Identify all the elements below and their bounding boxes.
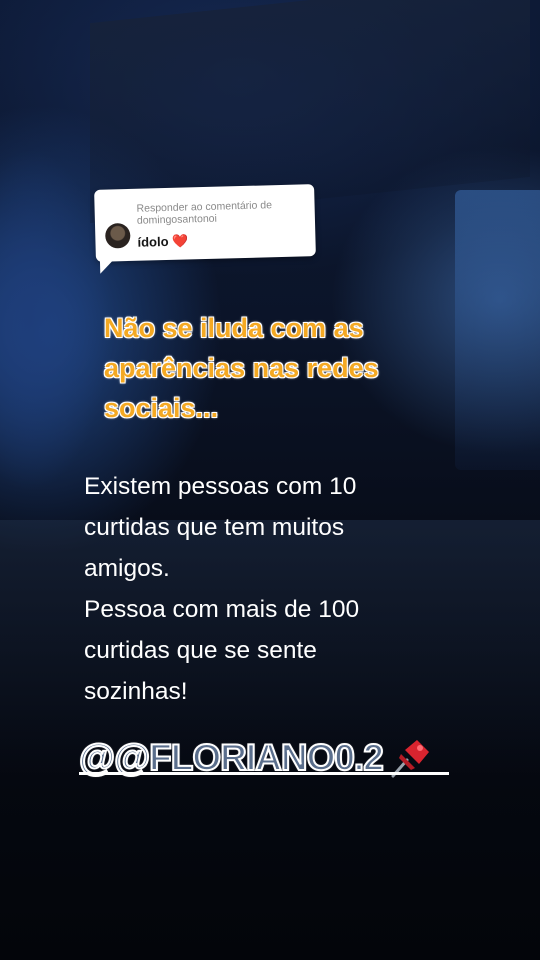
body-line: Pessoa com mais de 100 [84, 596, 360, 623]
avatar[interactable] [104, 222, 131, 249]
body-text: Existem pessoas com 10 curtidas que tem … [84, 466, 464, 712]
body-line: Existem pessoas com 10 [84, 473, 357, 500]
body-line: amigos. [84, 555, 170, 582]
reply-header: Responder ao comentário de domingosanton… [136, 199, 273, 227]
creator-handle[interactable]: @@FLORIANO0.2 [78, 733, 433, 783]
body-line: curtidas que se sente [84, 637, 317, 664]
handle-underline [79, 772, 449, 775]
background-screen [455, 190, 540, 470]
body-line: sozinhas! [84, 678, 188, 705]
body-line: curtidas que tem muitos [84, 514, 345, 541]
bubble-tail [99, 259, 115, 274]
comment-text: ídolo [137, 233, 169, 250]
headline-text: Não se iluda com as aparências nas redes… [104, 313, 379, 423]
reply-comment-text: ídolo ❤️ [137, 233, 188, 250]
heart-icon: ❤️ [171, 233, 189, 249]
reply-comment-bubble[interactable]: Responder ao comentário de domingosanton… [94, 184, 316, 274]
